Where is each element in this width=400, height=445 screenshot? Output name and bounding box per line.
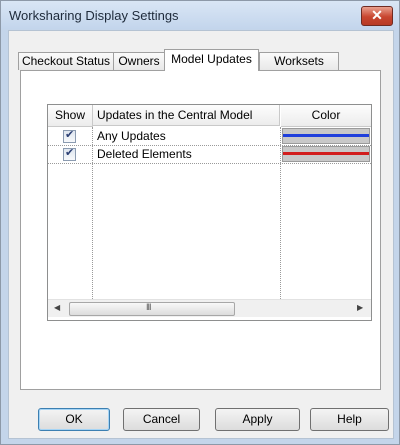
show-checkbox[interactable]: ✔ [63, 129, 76, 143]
tab-model-updates[interactable]: Model Updates [164, 49, 259, 71]
model-updates-grid: Show Updates in the Central Model Color … [47, 104, 372, 321]
color-line [283, 134, 369, 137]
update-type-label: Any Updates [97, 129, 166, 143]
horizontal-scrollbar[interactable]: ◀ III ▶ [48, 299, 371, 317]
check-icon: ✔ [65, 147, 75, 159]
color-line [283, 152, 369, 155]
close-button[interactable]: ✕ [361, 6, 393, 26]
color-swatch[interactable] [282, 146, 370, 162]
ok-button[interactable]: OK [38, 408, 110, 431]
color-swatch[interactable] [282, 128, 370, 144]
tab-owners[interactable]: Owners [113, 52, 165, 70]
tab-worksets[interactable]: Worksets [259, 52, 339, 70]
column-divider [92, 127, 93, 299]
check-icon: ✔ [65, 129, 75, 141]
update-type-label: Deleted Elements [97, 147, 192, 161]
title-bar: Worksharing Display Settings ✕ [1, 1, 399, 29]
column-header-updates[interactable]: Updates in the Central Model [93, 105, 280, 126]
show-checkbox[interactable]: ✔ [63, 147, 76, 161]
cancel-button[interactable]: Cancel [123, 408, 200, 431]
scroll-right-icon[interactable]: ▶ [357, 303, 363, 312]
grip-icon: III [146, 302, 151, 312]
row-divider [48, 163, 371, 164]
apply-button[interactable]: Apply [215, 408, 300, 431]
tab-checkout-status[interactable]: Checkout Status [18, 52, 114, 70]
column-header-show[interactable]: Show [48, 105, 93, 127]
window-title: Worksharing Display Settings [9, 8, 179, 23]
help-button[interactable]: Help [310, 408, 389, 431]
column-divider [280, 127, 281, 299]
scroll-thumb[interactable]: III [69, 302, 235, 316]
scroll-left-icon[interactable]: ◀ [54, 303, 60, 312]
close-icon: ✕ [371, 7, 383, 23]
column-header-color[interactable]: Color [281, 105, 371, 127]
